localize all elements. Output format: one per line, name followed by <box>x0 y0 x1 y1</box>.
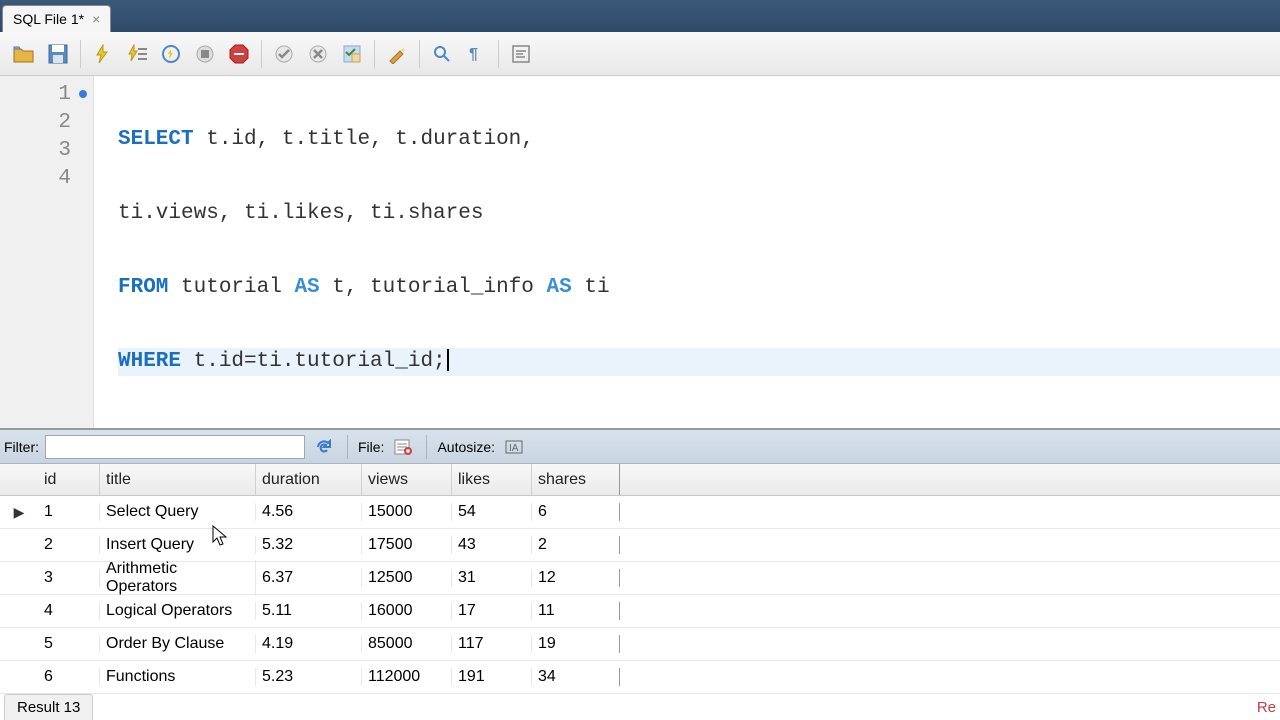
text-cursor <box>447 349 449 371</box>
table-row[interactable]: 2Insert Query5.3217500432 <box>0 529 1280 562</box>
keyword: AS <box>547 276 572 299</box>
table-row[interactable]: 4Logical Operators5.11160001711 <box>0 595 1280 628</box>
row-indicator: ▶ <box>0 504 38 521</box>
cell-duration[interactable]: 4.56 <box>256 503 362 521</box>
toolbar: ¶ <box>0 32 1280 76</box>
open-file-button[interactable] <box>8 38 40 70</box>
cell-shares[interactable]: 6 <box>532 503 620 521</box>
cell-duration[interactable]: 5.32 <box>256 536 362 554</box>
gutter-line: 4 <box>0 164 93 192</box>
cell-shares[interactable]: 34 <box>532 668 620 686</box>
cell-views[interactable]: 85000 <box>362 635 452 653</box>
sql-editor[interactable]: 1 2 3 4 SELECT t.id, t.title, t.duration… <box>0 76 1280 428</box>
execute-script-button[interactable] <box>121 38 153 70</box>
autocommit-button[interactable] <box>336 38 368 70</box>
cell-views[interactable]: 17500 <box>362 536 452 554</box>
cell-title[interactable]: Select Query <box>100 503 256 521</box>
cell-id[interactable]: 3 <box>38 569 100 587</box>
export-file-button[interactable] <box>390 434 416 460</box>
cell-likes[interactable]: 117 <box>452 635 532 653</box>
cell-id[interactable]: 2 <box>38 536 100 554</box>
results-grid[interactable]: id title duration views likes shares ▶1S… <box>0 464 1280 694</box>
cell-shares[interactable]: 11 <box>532 602 620 620</box>
column-header-title[interactable]: title <box>100 464 256 495</box>
cell-views[interactable]: 12500 <box>362 569 452 587</box>
cell-duration[interactable]: 5.11 <box>256 602 362 620</box>
tab-sql-file-1[interactable]: SQL File 1* × <box>2 5 111 32</box>
filter-input[interactable] <box>45 435 305 459</box>
cell-likes[interactable]: 43 <box>452 536 532 554</box>
result-tab[interactable]: Result 13 <box>4 694 93 720</box>
save-button[interactable] <box>42 38 74 70</box>
cell-shares[interactable]: 12 <box>532 569 620 587</box>
stop-red-button[interactable] <box>223 38 255 70</box>
tab-bar: SQL File 1* × <box>0 0 1280 32</box>
cell-title[interactable]: Logical Operators <box>100 602 256 620</box>
cell-shares[interactable]: 2 <box>532 536 620 554</box>
column-header-likes[interactable]: likes <box>452 464 532 495</box>
close-icon[interactable]: × <box>90 11 102 27</box>
column-header-views[interactable]: views <box>362 464 452 495</box>
table-row[interactable]: 6Functions5.2311200019134 <box>0 661 1280 694</box>
status-bar: Result 13 Re <box>0 694 1280 720</box>
cell-title[interactable]: Arithmetic Operators <box>100 560 256 596</box>
column-header-shares[interactable]: shares <box>532 464 620 495</box>
gutter: 1 2 3 4 <box>0 76 94 428</box>
table-row[interactable]: 3Arithmetic Operators6.37125003112 <box>0 562 1280 595</box>
refresh-button[interactable] <box>311 434 337 460</box>
cell-id[interactable]: 4 <box>38 602 100 620</box>
rollback-button[interactable] <box>302 38 334 70</box>
gutter-line: 3 <box>0 136 93 164</box>
cell-title[interactable]: Insert Query <box>100 536 256 554</box>
keyword: FROM <box>118 276 168 299</box>
cell-likes[interactable]: 54 <box>452 503 532 521</box>
cell-likes[interactable]: 191 <box>452 668 532 686</box>
cell-shares[interactable]: 19 <box>532 635 620 653</box>
cell-title[interactable]: Functions <box>100 668 256 686</box>
table-row[interactable]: ▶1Select Query4.5615000546 <box>0 496 1280 529</box>
cell-duration[interactable]: 6.37 <box>256 569 362 587</box>
find-button[interactable] <box>426 38 458 70</box>
cell-title[interactable]: Order By Clause <box>100 635 256 653</box>
execute-button[interactable] <box>87 38 119 70</box>
grid-header: id title duration views likes shares <box>0 464 1280 496</box>
cell-id[interactable]: 1 <box>38 503 100 521</box>
status-right: Re <box>1257 699 1280 716</box>
filter-bar: Filter: File: Autosize: IA <box>0 430 1280 464</box>
results-panel: Filter: File: Autosize: IA id title dura… <box>0 428 1280 694</box>
cell-views[interactable]: 112000 <box>362 668 452 686</box>
cell-duration[interactable]: 5.23 <box>256 668 362 686</box>
cell-likes[interactable]: 17 <box>452 602 532 620</box>
filter-label: Filter: <box>4 439 39 455</box>
column-header-id[interactable]: id <box>38 464 100 495</box>
tab-label: SQL File 1* <box>13 11 84 27</box>
stop-button[interactable] <box>189 38 221 70</box>
table-row[interactable]: 5Order By Clause4.198500011719 <box>0 628 1280 661</box>
column-header-duration[interactable]: duration <box>256 464 362 495</box>
cell-views[interactable]: 15000 <box>362 503 452 521</box>
gutter-line: 2 <box>0 108 93 136</box>
toggle-invisible-button[interactable]: ¶ <box>460 38 492 70</box>
explain-button[interactable] <box>155 38 187 70</box>
wrap-button[interactable] <box>505 38 537 70</box>
code-area[interactable]: SELECT t.id, t.title, t.duration, ti.vie… <box>94 76 1280 428</box>
autosize-label: Autosize: <box>437 439 495 455</box>
svg-text:IA: IA <box>509 443 519 454</box>
keyword: WHERE <box>118 350 181 373</box>
beautify-button[interactable] <box>381 38 413 70</box>
cell-id[interactable]: 5 <box>38 635 100 653</box>
commit-button[interactable] <box>268 38 300 70</box>
modified-marker-icon <box>79 90 87 98</box>
cell-duration[interactable]: 4.19 <box>256 635 362 653</box>
autosize-button[interactable]: IA <box>501 434 527 460</box>
file-label: File: <box>358 439 384 455</box>
gutter-line: 1 <box>0 80 93 108</box>
cell-id[interactable]: 6 <box>38 668 100 686</box>
cell-views[interactable]: 16000 <box>362 602 452 620</box>
svg-text:¶: ¶ <box>469 46 478 63</box>
keyword: SELECT <box>118 128 194 151</box>
cell-likes[interactable]: 31 <box>452 569 532 587</box>
keyword: AS <box>294 276 319 299</box>
